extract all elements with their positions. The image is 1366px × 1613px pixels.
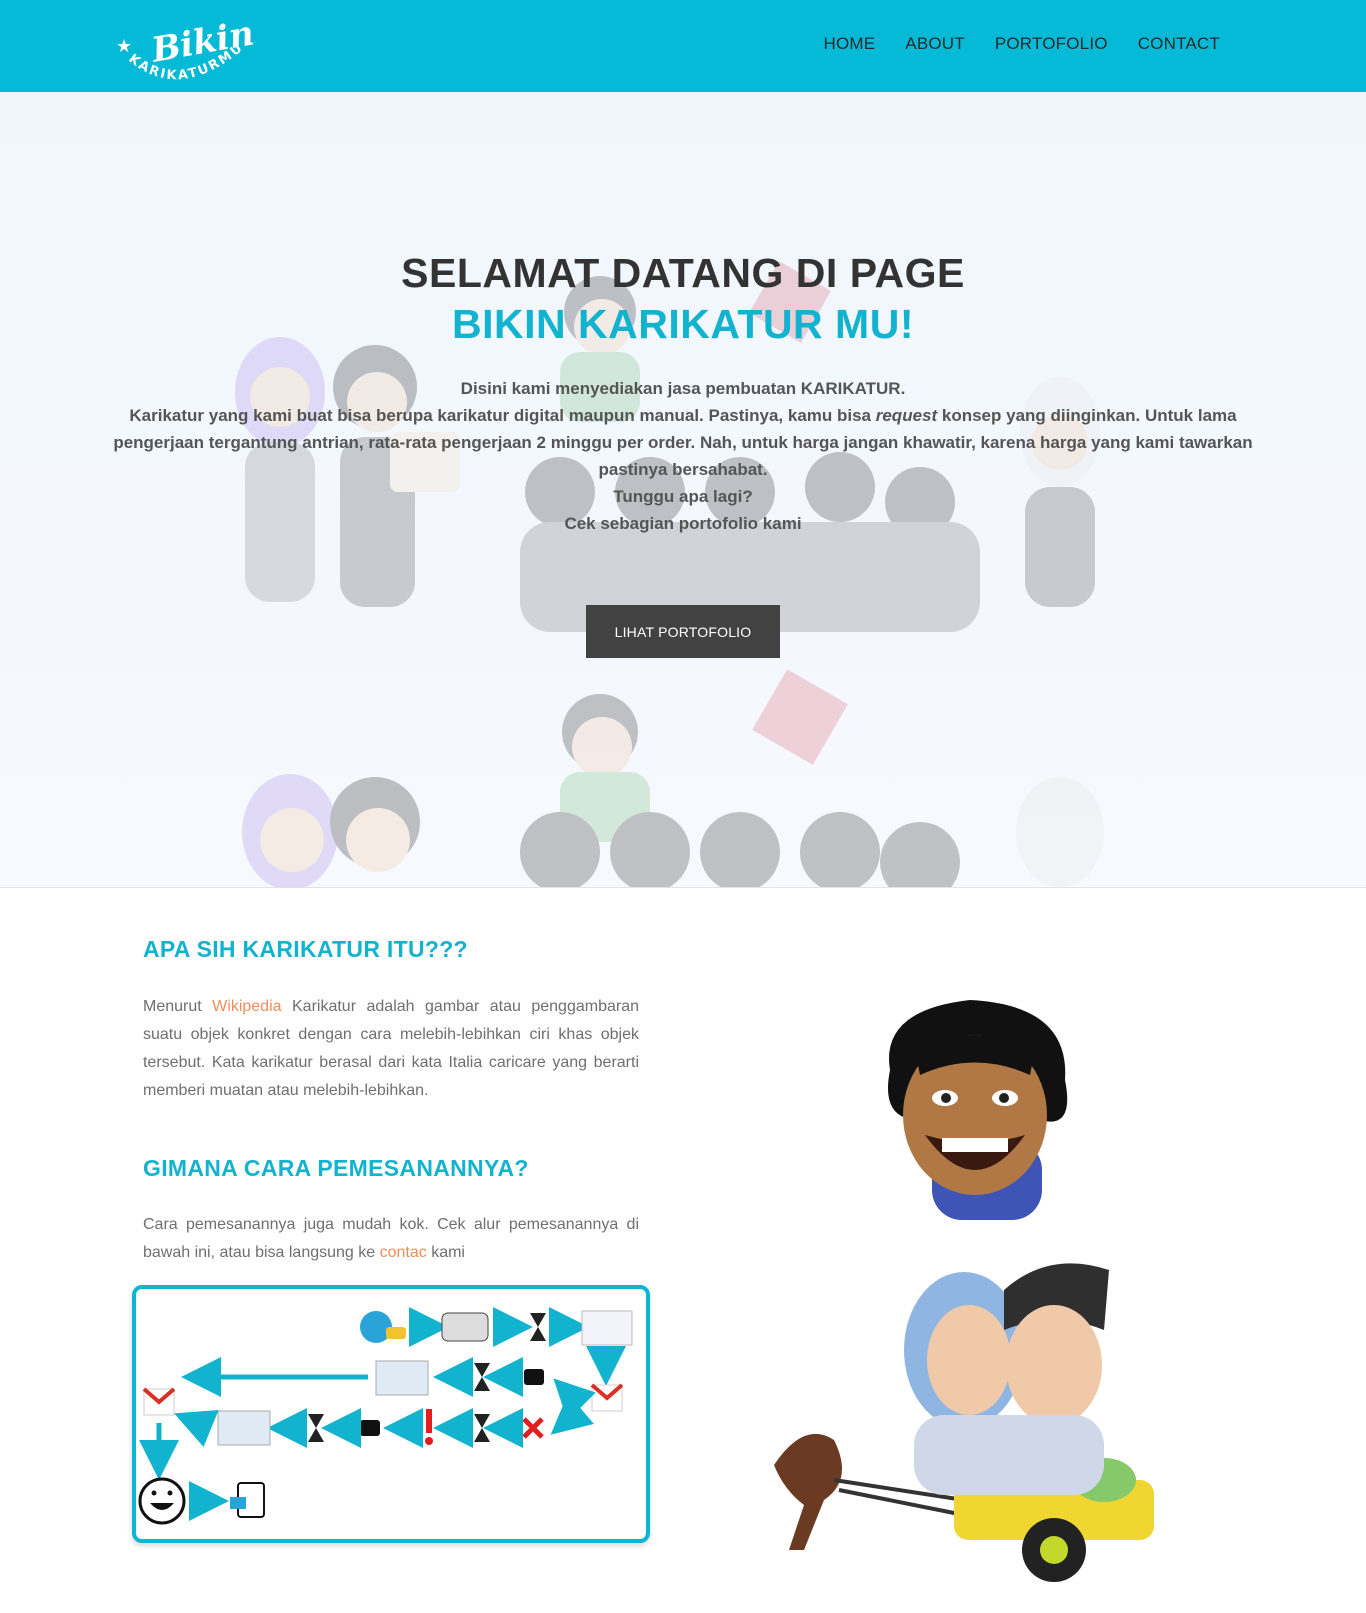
hero-description: Disini kami menyediakan jasa pembuatan K… (100, 375, 1266, 537)
hero-title-line1: SELAMAT DATANG DI PAGE (401, 250, 965, 296)
thumbs-up-icon-2 (360, 1420, 380, 1436)
phone-chat-icon (360, 1311, 406, 1343)
payment-icon (230, 1482, 265, 1518)
caricature-couple-cart (774, 1263, 1154, 1582)
hero-content: SELAMAT DATANG DI PAGE BIKIN KARIKATUR M… (100, 247, 1266, 537)
caricature-man-laughing (888, 1000, 1068, 1220)
about-heading: APA SIH KARIKATUR ITU??? (143, 936, 468, 962)
sketch-draft-icon (581, 1310, 633, 1346)
order-flow-graphic (138, 1307, 633, 1525)
nav-contact[interactable]: CONTACT (1138, 34, 1220, 54)
gmail-icon-2 (142, 1387, 176, 1416)
hourglass-icon-4 (308, 1414, 324, 1442)
main-nav: HOME ABOUT PORTOFOLIO CONTACT (823, 34, 1220, 54)
nav-home[interactable]: HOME (823, 34, 875, 54)
hero-para-4: Cek sebagian portofolio kami (564, 514, 802, 533)
order-text: Cara pemesanannya juga mudah kok. Cek al… (143, 1216, 639, 1261)
happy-face-icon (138, 1477, 186, 1525)
site-logo[interactable]: ★ Bikin KARIKATURMU (108, 16, 258, 88)
final-preview-icon (217, 1410, 271, 1446)
reject-x-icon (522, 1417, 544, 1439)
hourglass-icon-3 (474, 1414, 490, 1442)
hourglass-icon (530, 1313, 546, 1341)
nav-portofolio[interactable]: PORTOFOLIO (995, 34, 1108, 54)
order-flow-diagram (132, 1285, 650, 1543)
hero-section: SELAMAT DATANG DI PAGE BIKIN KARIKATUR M… (0, 92, 1366, 888)
thumbs-up-icon (524, 1369, 544, 1385)
order-heading: GIMANA CARA PEMESANANNYA? (143, 1155, 529, 1181)
view-portfolio-button[interactable]: LIHAT PORTOFOLIO (586, 605, 780, 658)
hero-para-3: Tunggu apa lagi? (613, 487, 753, 506)
about-text: Menurut Wikipedia Karikatur adalah gamba… (143, 998, 640, 1099)
handshake-icon (441, 1312, 489, 1342)
hourglass-icon-2 (474, 1363, 490, 1391)
contact-link[interactable]: contac (380, 1244, 427, 1261)
nav-about[interactable]: ABOUT (905, 34, 965, 54)
navbar: ★ Bikin KARIKATURMU HOME ABOUT PORTOFOLI… (0, 0, 1366, 92)
result-preview-icon (375, 1360, 429, 1396)
wikipedia-link[interactable]: Wikipedia (212, 998, 281, 1015)
hero-para-2: Karikatur yang kami buat bisa berupa kar… (113, 406, 1253, 479)
gmail-icon (590, 1383, 624, 1412)
svg-text:★: ★ (116, 36, 132, 57)
hero-para-1: Disini kami menyediakan jasa pembuatan K… (460, 379, 906, 398)
revision-alert-icon (425, 1409, 433, 1445)
hero-title-line2: BIKIN KARIKATUR MU! (452, 301, 914, 347)
